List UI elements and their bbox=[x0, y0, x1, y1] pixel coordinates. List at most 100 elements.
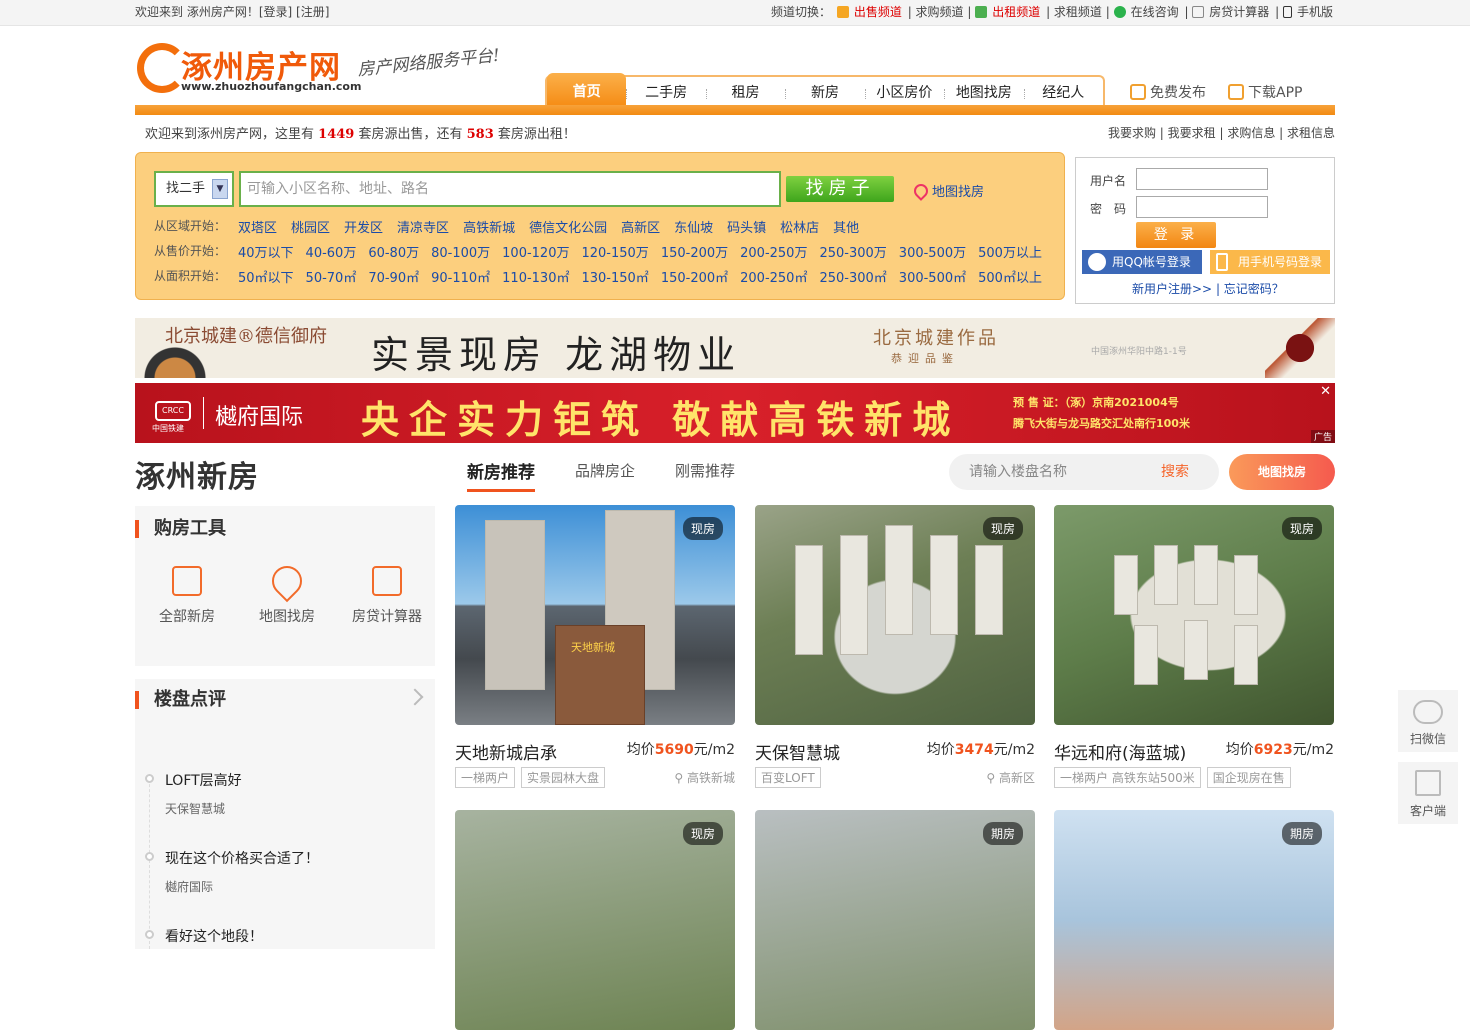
channel-rent[interactable]: 出租频道 bbox=[975, 5, 1042, 19]
wechat-scan-button[interactable]: 扫微信 bbox=[1398, 690, 1458, 752]
filter-size-item[interactable]: 300-500㎡ bbox=[899, 267, 966, 286]
top-welcome: 欢迎来到 涿州房产网！[登录] [注册] bbox=[135, 5, 330, 19]
filter-size-item[interactable]: 70-90㎡ bbox=[368, 267, 419, 286]
filter-size-item[interactable]: 150-200㎡ bbox=[661, 267, 728, 286]
search-type-select[interactable]: 找二手 ▼ bbox=[154, 171, 234, 207]
request-links[interactable]: 我要求购 | 我要求租 | 求购信息 | 求租信息 bbox=[1108, 124, 1335, 141]
listing-card[interactable]: 期房 bbox=[1054, 810, 1334, 1030]
filter-area-item[interactable]: 德信文化公园 bbox=[529, 217, 607, 236]
filter-price-item[interactable]: 300-500万 bbox=[899, 242, 966, 261]
filter-area-item[interactable]: 开发区 bbox=[344, 217, 383, 236]
listing-card[interactable]: 现房 bbox=[455, 810, 735, 1030]
filter-area-item[interactable]: 清凉寺区 bbox=[397, 217, 449, 236]
password-input[interactable] bbox=[1136, 196, 1268, 218]
filter-area-item[interactable]: 高铁新城 bbox=[463, 217, 515, 236]
listing-card[interactable]: 天地新城 现房 天地新城启承 均价5690元/m2 一梯两户 实景园林大盘 ⚲ 高… bbox=[455, 505, 735, 788]
filter-size-item[interactable]: 50-70㎡ bbox=[306, 267, 357, 286]
nav-home[interactable]: 首页 bbox=[547, 73, 627, 108]
client-download-button[interactable]: 客户端 bbox=[1398, 762, 1458, 824]
listing-card[interactable]: 期房 bbox=[755, 810, 1035, 1030]
review-item[interactable]: 现在这个价格买合适了！ 樾府国际 bbox=[165, 848, 319, 895]
tab-recommended[interactable]: 新房推荐 bbox=[467, 458, 535, 492]
filter-price: 从售价开始： 40万以下 40-60万 60-80万 80-100万 100-1… bbox=[154, 242, 1042, 261]
filter-size-item[interactable]: 250-300㎡ bbox=[819, 267, 886, 286]
banner-ad-yuefu[interactable]: CRCC 中国铁建 樾府国际 央企实力钜筑 敬献高铁新城 预 售 证：（涿）京南… bbox=[135, 383, 1335, 443]
nav-map-search[interactable]: 地图找房 bbox=[944, 77, 1023, 108]
channel-wanted[interactable]: 求购频道 bbox=[916, 5, 964, 19]
filter-price-item[interactable]: 500万以上 bbox=[978, 242, 1042, 261]
phone-login-button[interactable]: 用手机号码登录 bbox=[1210, 250, 1330, 274]
tool-map-search[interactable]: 地图找房 bbox=[251, 559, 323, 626]
app-icon bbox=[1228, 84, 1244, 100]
free-publish-link[interactable]: 免费发布 bbox=[1130, 82, 1206, 102]
top-register-link[interactable]: [注册] bbox=[296, 5, 329, 19]
filter-price-item[interactable]: 150-200万 bbox=[661, 242, 728, 261]
filter-area-item[interactable]: 其他 bbox=[833, 217, 859, 236]
filter-size-item[interactable]: 110-130㎡ bbox=[502, 267, 569, 286]
tool-all-new-houses[interactable]: 全部新房 bbox=[151, 566, 223, 626]
map-search-link[interactable]: 地图找房 bbox=[911, 181, 984, 201]
filter-price-item[interactable]: 200-250万 bbox=[740, 242, 807, 261]
nav-second-hand[interactable]: 二手房 bbox=[626, 77, 705, 108]
nav-agents[interactable]: 经纪人 bbox=[1023, 77, 1103, 108]
listing-image: 期房 bbox=[1054, 810, 1334, 1030]
status-badge: 现房 bbox=[682, 822, 723, 845]
project-search-button[interactable]: 搜索 bbox=[1161, 454, 1189, 490]
download-app-link[interactable]: 下载APP bbox=[1228, 82, 1302, 102]
filter-area-item[interactable]: 双塔区 bbox=[238, 217, 277, 236]
nav-community-price[interactable]: 小区房价 bbox=[864, 77, 944, 108]
map-search-button[interactable]: 地图找房 bbox=[1229, 454, 1335, 490]
filter-price-item[interactable]: 40-60万 bbox=[306, 242, 357, 261]
filter-price-item[interactable]: 250-300万 bbox=[819, 242, 886, 261]
forgot-password-link[interactable]: 忘记密码？ bbox=[1224, 282, 1284, 296]
listing-image: 期房 bbox=[755, 810, 1035, 1030]
location-pin-icon: ⚲ bbox=[674, 771, 687, 785]
filter-size-item[interactable]: 90-110㎡ bbox=[431, 267, 490, 286]
qq-login-button[interactable]: 用QQ帐号登录 bbox=[1082, 250, 1202, 274]
filter-price-item[interactable]: 100-120万 bbox=[502, 242, 569, 261]
tab-essential[interactable]: 刚需推荐 bbox=[675, 458, 735, 492]
filter-price-item[interactable]: 120-150万 bbox=[581, 242, 648, 261]
filter-area-item[interactable]: 码头镇 bbox=[727, 217, 766, 236]
channel-rent-wanted[interactable]: 求租频道 bbox=[1054, 5, 1102, 19]
username-input[interactable] bbox=[1136, 168, 1268, 190]
newhouse-tabs: 新房推荐 品牌房企 刚需推荐 bbox=[467, 458, 735, 492]
nav-new-house[interactable]: 新房 bbox=[785, 77, 864, 108]
tab-brand-developers[interactable]: 品牌房企 bbox=[575, 458, 635, 492]
filter-price-item[interactable]: 80-100万 bbox=[431, 242, 490, 261]
nav-rent[interactable]: 租房 bbox=[705, 77, 785, 108]
filter-size-item[interactable]: 50㎡以下 bbox=[238, 267, 294, 286]
project-search-input[interactable]: 请输入楼盘名称 搜索 bbox=[949, 454, 1219, 490]
review-item[interactable]: LOFT层高好 天保智慧城 bbox=[165, 770, 242, 817]
channel-sale[interactable]: 出售频道 bbox=[836, 5, 904, 19]
feature-tag: 实景园林大盘 bbox=[521, 767, 606, 788]
reviews-title: 楼盘点评 bbox=[135, 691, 226, 709]
online-consult[interactable]: 在线咨询 bbox=[1113, 5, 1181, 19]
top-login-link[interactable]: [登录] bbox=[259, 5, 292, 19]
listing-card[interactable]: 现房 天保智慧城 均价3474元/m2 百变LOFT ⚲ 高新区 bbox=[755, 505, 1035, 788]
loan-calculator-link[interactable]: 房贷计算器 bbox=[1192, 5, 1271, 19]
banner-ad-dexin[interactable]: 北京城建®德信御府 实景现房 龙湖物业 北京城建作品 恭迎品鉴 中国涿州华阳中路… bbox=[135, 318, 1335, 378]
search-input[interactable]: 可输入小区名称、地址、路名 bbox=[239, 171, 781, 207]
close-icon[interactable]: ✕ bbox=[1320, 384, 1331, 399]
search-button[interactable]: 找房子 bbox=[786, 176, 894, 202]
filter-price-item[interactable]: 40万以下 bbox=[238, 242, 294, 261]
review-item[interactable]: 看好这个地段！ bbox=[165, 926, 263, 946]
listing-card[interactable]: 现房 华远和府(海蓝城) 均价6923元/m2 一梯两户 高铁东站500米 国企现… bbox=[1054, 505, 1334, 788]
filter-size-item[interactable]: 200-250㎡ bbox=[740, 267, 807, 286]
filter-price-item[interactable]: 60-80万 bbox=[368, 242, 419, 261]
tool-loan-calculator[interactable]: 房贷计算器 bbox=[351, 566, 423, 626]
login-button[interactable]: 登 录 bbox=[1136, 222, 1216, 248]
listing-image: 天地新城 现房 bbox=[455, 505, 735, 725]
register-link[interactable]: 新用户注册>> bbox=[1132, 282, 1212, 296]
filter-size-item[interactable]: 500㎡以上 bbox=[978, 267, 1042, 286]
filter-area-item[interactable]: 松林店 bbox=[780, 217, 819, 236]
chevron-right-icon[interactable] bbox=[406, 688, 424, 706]
filter-area-item[interactable]: 东仙坡 bbox=[674, 217, 713, 236]
document-icon bbox=[172, 566, 202, 596]
site-logo[interactable]: 涿州房产网 www.zhuozhoufangchan.com bbox=[135, 40, 361, 100]
filter-size-item[interactable]: 130-150㎡ bbox=[581, 267, 648, 286]
filter-area-item[interactable]: 桃园区 bbox=[291, 217, 330, 236]
mobile-link[interactable]: 手机版 bbox=[1282, 5, 1335, 19]
filter-area-item[interactable]: 高新区 bbox=[621, 217, 660, 236]
